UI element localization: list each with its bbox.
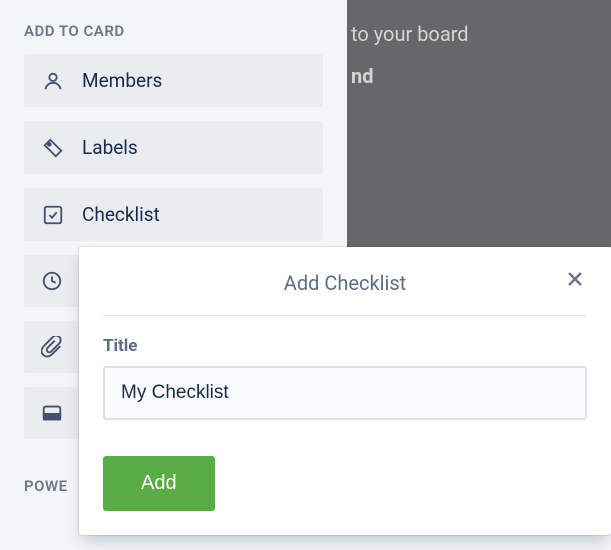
person-icon [42, 70, 64, 92]
attachment-icon [41, 336, 63, 358]
sidebar-item-cover[interactable] [24, 387, 80, 439]
sidebar-item-checklist[interactable]: Checklist [24, 188, 323, 241]
close-icon[interactable] [563, 267, 587, 291]
popup-title: Add Checklist [284, 271, 406, 295]
checklist-icon [42, 204, 64, 226]
overlay-text-line2: nd [351, 64, 607, 88]
add-checklist-popup: Add Checklist Title Add [79, 247, 611, 535]
sidebar-item-label: Labels [82, 136, 138, 159]
clock-icon [41, 270, 63, 292]
sidebar-item-dates[interactable] [24, 255, 80, 307]
cover-icon [41, 402, 63, 424]
overlay-text-line1: to your board [351, 22, 607, 46]
sidebar-item-labels[interactable]: Labels [24, 121, 323, 174]
sidebar-item-label: Checklist [82, 203, 160, 226]
add-button[interactable]: Add [103, 456, 215, 511]
sidebar-item-attachment[interactable] [24, 321, 80, 373]
checklist-title-input[interactable] [103, 366, 587, 420]
sidebar-item-label: Members [82, 69, 162, 92]
tag-icon [42, 137, 64, 159]
sidebar-item-members[interactable]: Members [24, 54, 323, 107]
background-content: to your board nd [347, 0, 611, 247]
title-field-label: Title [103, 336, 587, 356]
section-title: ADD TO CARD [24, 22, 323, 40]
